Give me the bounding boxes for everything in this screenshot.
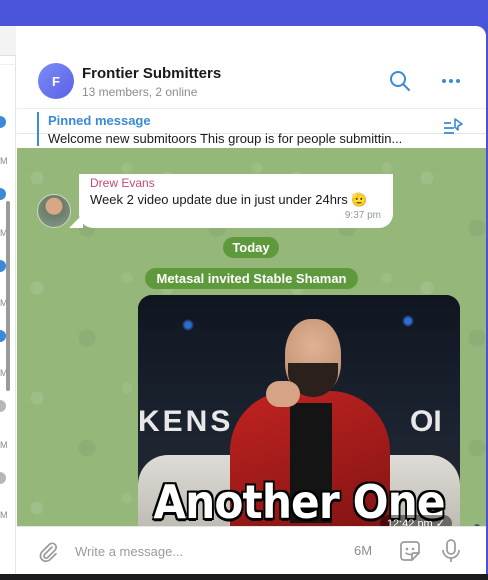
more-icon [442,79,446,83]
search-button[interactable] [387,68,413,94]
sticker-button[interactable] [397,538,423,564]
list-item-time: M [0,156,8,166]
sender-avatar[interactable] [37,194,71,228]
search-icon [390,71,410,91]
muted-badge [0,400,6,412]
photo-wall-text: KENS [138,405,234,438]
desktop-bottom-strip [0,574,488,580]
group-avatar[interactable]: F [38,63,74,99]
date-divider: Today [223,237,279,258]
pinned-message-bar[interactable]: Pinned message Welcome new submitoors Th… [37,110,457,146]
list-item-time: M [0,440,8,450]
message-bubble[interactable]: Drew Evans Week 2 video update due in ju… [79,174,393,228]
sticker-icon [400,541,420,561]
composer: 6M [17,526,486,574]
header-divider [17,108,486,109]
unread-badge [0,116,6,128]
list-item-time: M [0,510,8,520]
message-text: Week 2 video update due in just under 24… [90,192,368,207]
list-divider [0,64,16,65]
service-message: Metasal invited Stable Shaman [145,268,358,289]
desktop-top-bar [0,0,488,26]
sidebar-header [0,26,16,56]
attach-icon [39,542,58,563]
muted-badge [0,472,6,484]
voice-button[interactable] [439,538,463,564]
message-input[interactable] [75,541,335,561]
pinned-label: Pinned message [48,113,151,128]
attach-button[interactable] [36,540,60,564]
pin-list-icon [444,118,463,134]
chat-list-sidebar[interactable]: M M M M M M [0,56,16,574]
message-count: 6M [354,543,373,558]
chat-title[interactable]: Frontier Submitters [82,65,221,82]
pinned-text: Welcome new submitoors This group is for… [48,131,403,146]
unread-badge [0,188,6,200]
sender-name[interactable]: Drew Evans [90,176,155,190]
pinned-accent-bar [37,112,39,146]
chat-subtitle: 13 members, 2 online [82,85,198,99]
message-time: 9:37 pm [344,210,381,221]
more-button[interactable] [437,68,465,94]
chat-header: F Frontier Submitters 13 members, 2 onli… [17,56,486,146]
photo-person-hand [266,381,300,407]
photo-message[interactable]: KENS OI Another One 12:42 pm ✓ [138,295,460,539]
mic-icon [442,539,460,562]
app-window: M M M M M M F Frontier Submitters 13 mem… [0,26,486,574]
photo-wall-text: OI [410,405,442,438]
pin-list-button[interactable] [442,116,464,138]
sidebar-scrollbar[interactable] [6,201,10,391]
more-icon-dot [449,79,453,83]
message-area[interactable]: Drew Evans Week 2 video update due in ju… [17,148,486,552]
more-icon-dot [456,79,460,83]
